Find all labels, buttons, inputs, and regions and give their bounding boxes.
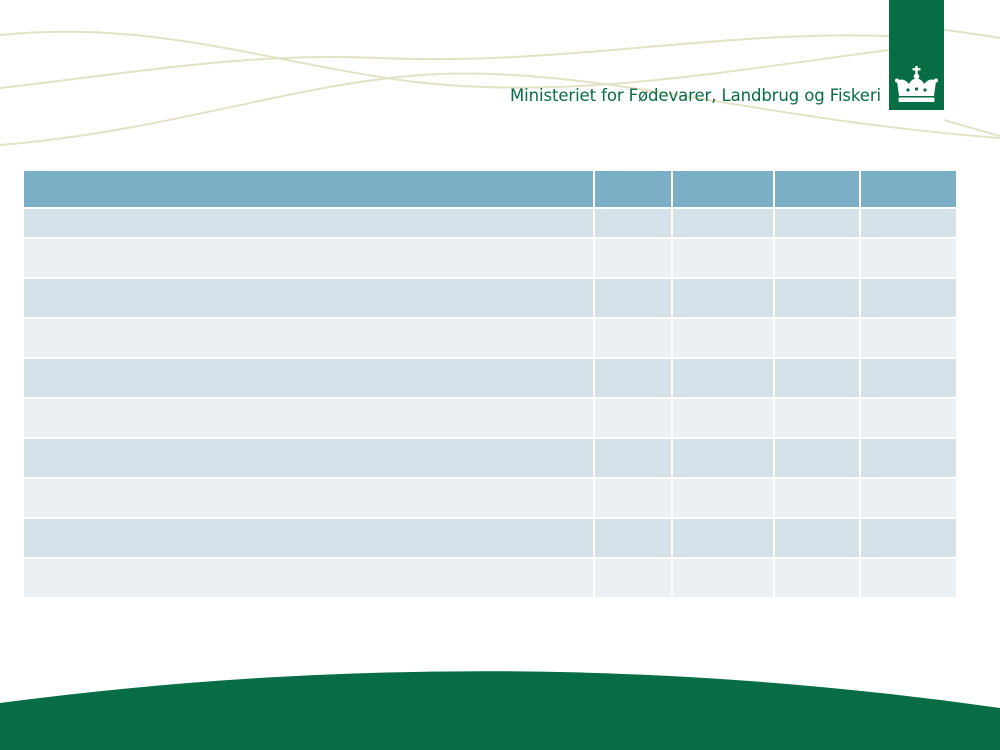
- table-row: [24, 438, 956, 479]
- table-cell: [672, 278, 775, 319]
- table-cell: [24, 278, 595, 319]
- table-cell: [774, 518, 861, 559]
- table-cell: [24, 238, 595, 279]
- table-row: [24, 478, 956, 519]
- table-cell: [24, 398, 595, 439]
- table-cell: [24, 438, 595, 479]
- table-row: [24, 318, 956, 359]
- table-row: [24, 398, 956, 439]
- table-cell: [774, 238, 861, 279]
- table-row: [24, 358, 956, 399]
- table-cell: [594, 318, 673, 359]
- table-cell: [774, 558, 861, 599]
- ministry-name: Ministeriet for Fødevarer, Landbrug og F…: [510, 86, 882, 105]
- table-cell: [860, 208, 956, 239]
- royal-crown-icon: [895, 66, 938, 102]
- table-cell: [594, 238, 673, 279]
- data-table: [24, 171, 956, 599]
- table-cell: [860, 518, 956, 559]
- table-cell: [672, 318, 775, 359]
- table-cell: [24, 318, 595, 359]
- table-cell: [594, 398, 673, 439]
- table-cell: [860, 238, 956, 279]
- table-cell: [594, 478, 673, 519]
- table-cell: [860, 318, 956, 359]
- table-row: [24, 208, 956, 239]
- table-cell: [24, 478, 595, 519]
- table-cell: [774, 398, 861, 439]
- table-row: [24, 278, 956, 319]
- table-cell: [860, 438, 956, 479]
- table-cell: [594, 518, 673, 559]
- table-cell: [24, 518, 595, 559]
- table-cell: [24, 358, 595, 399]
- table-cell: [860, 358, 956, 399]
- table-row: [24, 518, 956, 559]
- table-cell: [860, 278, 956, 319]
- table-cell: [594, 438, 673, 479]
- table-cell: [774, 318, 861, 359]
- table-cell: [774, 358, 861, 399]
- table-cell: [672, 358, 775, 399]
- table-cell: [594, 278, 673, 319]
- table-cell: [860, 398, 956, 439]
- table-cell: [774, 438, 861, 479]
- table-cell: [594, 558, 673, 599]
- ministry-logo: [889, 0, 944, 110]
- table-cell: [672, 478, 775, 519]
- table-cell: [774, 208, 861, 239]
- table-cell: [774, 478, 861, 519]
- table-row: [24, 238, 956, 279]
- footer-green-band: [0, 671, 1000, 750]
- table-cell: [672, 398, 775, 439]
- table-cell: [672, 438, 775, 479]
- table-cell: [24, 208, 595, 239]
- column-header: [860, 171, 956, 209]
- column-header: [672, 171, 775, 209]
- column-header: [774, 171, 861, 209]
- table-cell: [24, 558, 595, 599]
- table-cell: [594, 208, 673, 239]
- table-cell: [672, 518, 775, 559]
- column-header: [594, 171, 673, 209]
- table-cell: [672, 208, 775, 239]
- table-cell: [860, 478, 956, 519]
- table-cell: [672, 558, 775, 599]
- table-cell: [774, 278, 861, 319]
- table-cell: [860, 558, 956, 599]
- decorative-wave-lines: [0, 29, 1000, 146]
- table-header-row: [24, 171, 956, 209]
- table-row: [24, 558, 956, 599]
- column-header: [24, 171, 595, 209]
- table-cell: [672, 238, 775, 279]
- table-cell: [594, 358, 673, 399]
